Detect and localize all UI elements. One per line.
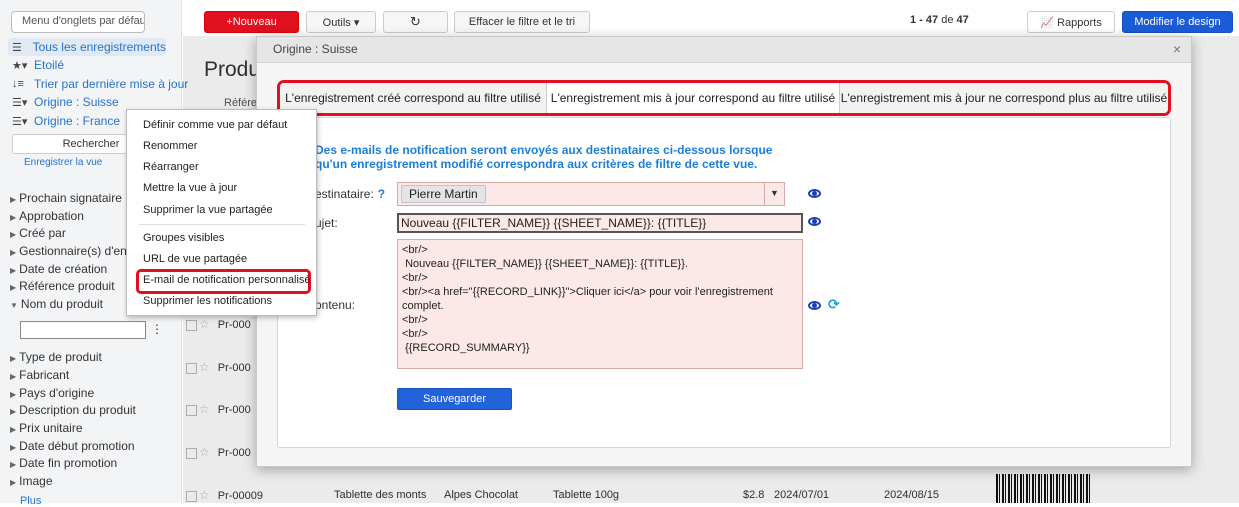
- recipient-label: estinataire:?: [315, 187, 386, 201]
- caret-right-icon: ▶: [10, 195, 17, 204]
- filter-country[interactable]: ▶ Pays d'origine: [10, 386, 94, 400]
- list-icon: ☰: [12, 41, 22, 54]
- tab-record-updated-matches[interactable]: L'enregistrement mis à jour correspond a…: [547, 83, 840, 113]
- caret-right-icon: ▶: [10, 372, 17, 381]
- more-filters-link[interactable]: Plus: [20, 495, 41, 507]
- caret-right-icon: ▶: [10, 443, 17, 452]
- view-starred[interactable]: ★▾ Etoilé: [12, 56, 64, 74]
- tools-button[interactable]: Outils ▾: [306, 11, 376, 33]
- notification-modal: Origine : Suisse × L'enregistrement créé…: [256, 36, 1192, 467]
- view-label: Origine : France: [34, 114, 121, 128]
- new-record-button[interactable]: +Nouveau: [204, 11, 299, 33]
- content-textarea[interactable]: <br/> Nouveau {{FILTER_NAME}} {{SHEET_NA…: [397, 239, 803, 369]
- caret-right-icon: ▶: [10, 478, 17, 487]
- filter-created-by[interactable]: ▶ Créé par: [10, 226, 66, 240]
- filter-unit-price[interactable]: ▶ Prix unitaire: [10, 421, 83, 435]
- more-options-icon[interactable]: ⋮: [151, 322, 163, 336]
- filter-created-date[interactable]: ▶ Date de création: [10, 262, 107, 276]
- filter-promo-start[interactable]: ▶ Date début promotion: [10, 439, 135, 453]
- filter-description[interactable]: ▶ Description du produit: [10, 403, 136, 417]
- view-label: Trier par dernière mise à jour: [34, 77, 189, 91]
- menu-item-visible-groups[interactable]: Groupes visibles: [143, 232, 224, 244]
- tab-record-updated-no-longer-matches[interactable]: L'enregistrement mis à jour ne correspon…: [840, 83, 1168, 113]
- filter-promo-end[interactable]: ▶ Date fin promotion: [10, 456, 117, 470]
- chevron-down-icon[interactable]: ▼: [764, 183, 784, 205]
- sync-icon[interactable]: ⟳: [828, 296, 840, 313]
- refresh-button[interactable]: ↻: [383, 11, 448, 33]
- refresh-icon: ↻: [410, 14, 421, 29]
- save-view-link[interactable]: Enregistrer la vue: [24, 157, 102, 168]
- caret-down-icon: ▼: [10, 301, 18, 310]
- menu-item-custom-notification-email[interactable]: E-mail de notification personnalisé: [143, 274, 311, 286]
- pager: 1 - 47 de 47: [910, 14, 969, 26]
- sort-icon: ↓≡: [12, 78, 24, 90]
- filter-maker[interactable]: ▶ Fabricant: [10, 368, 69, 382]
- tab-record-created[interactable]: L'enregistrement créé correspond au filt…: [280, 83, 547, 113]
- view-origin-switzerland[interactable]: ☰▾ Origine : Suisse: [12, 93, 119, 111]
- chart-icon: 📈: [1040, 17, 1054, 29]
- caret-right-icon: ▶: [10, 213, 17, 222]
- menu-item-rename[interactable]: Renommer: [143, 140, 197, 152]
- caret-right-icon: ▶: [10, 425, 17, 434]
- filter-image[interactable]: ▶ Image: [10, 474, 53, 488]
- star-filter-icon: ★▾: [12, 59, 28, 72]
- list-filter-icon: ☰▾: [12, 96, 28, 109]
- preview-eye-icon[interactable]: [808, 217, 821, 226]
- view-label: Etoilé: [34, 58, 65, 72]
- reports-button[interactable]: 📈 Rapports: [1027, 11, 1115, 33]
- save-button[interactable]: Sauvegarder: [397, 388, 512, 410]
- help-icon[interactable]: ?: [378, 187, 385, 201]
- recipient-select[interactable]: Pierre Martin ▼: [397, 182, 785, 206]
- recipient-chip[interactable]: Pierre Martin: [401, 185, 486, 203]
- menu-item-update-view[interactable]: Mettre la vue à jour: [143, 182, 237, 194]
- tab-menu-select[interactable]: Menu d'onglets par défaut: [11, 11, 145, 33]
- caret-right-icon: ▶: [10, 354, 17, 363]
- trigger-tabs: L'enregistrement créé correspond au filt…: [277, 80, 1171, 116]
- content-label: ontenu:: [315, 298, 356, 312]
- close-icon[interactable]: ×: [1173, 41, 1181, 57]
- filter-approval[interactable]: ▶ Approbation: [10, 209, 84, 223]
- caret-right-icon: ▶: [10, 283, 17, 292]
- edit-design-button[interactable]: Modifier le design: [1122, 11, 1233, 33]
- preview-eye-icon[interactable]: [808, 189, 821, 198]
- subject-label: ujet:: [315, 216, 338, 230]
- clear-filter-button[interactable]: Effacer le filtre et le tri: [454, 11, 590, 33]
- view-label: Origine : Suisse: [34, 95, 119, 109]
- filter-product-name[interactable]: ▼ Nom du produit: [10, 297, 103, 311]
- menu-item-shared-view-url[interactable]: URL de vue partagée: [143, 253, 247, 265]
- menu-divider: [139, 224, 305, 225]
- modal-header: Origine : Suisse ×: [257, 37, 1191, 63]
- filter-product-ref[interactable]: ▶ Référence produit: [10, 279, 115, 293]
- caret-right-icon: ▶: [10, 266, 17, 275]
- subject-input[interactable]: Nouveau {{FILTER_NAME}} {{SHEET_NAME}}: …: [397, 213, 803, 233]
- view-origin-france[interactable]: ☰▾ Origine : France: [12, 112, 120, 130]
- menu-item-rearrange[interactable]: Réarranger: [143, 161, 199, 173]
- filter-product-type[interactable]: ▶ Type de produit: [10, 350, 102, 364]
- caret-right-icon: ▶: [10, 230, 17, 239]
- notification-form: Des e-mails de notification seront envoy…: [277, 117, 1171, 448]
- caret-right-icon: ▶: [10, 460, 17, 469]
- caret-right-icon: ▶: [10, 390, 17, 399]
- view-context-menu: Définir comme vue par défaut Renommer Ré…: [126, 109, 317, 316]
- list-filter-icon: ☰▾: [12, 115, 28, 128]
- preview-eye-icon[interactable]: [808, 301, 821, 310]
- filter-next-signer[interactable]: ▶ Prochain signataire: [10, 191, 122, 205]
- menu-item-delete-notifications[interactable]: Supprimer les notifications: [143, 295, 272, 307]
- view-all-records[interactable]: ☰ Tous les enregistrements: [8, 38, 166, 56]
- view-label: Tous les enregistrements: [32, 40, 166, 54]
- caret-right-icon: ▶: [10, 248, 17, 257]
- caret-right-icon: ▶: [10, 407, 17, 416]
- info-text: Des e-mails de notification seront envoy…: [315, 143, 773, 171]
- menu-item-set-default[interactable]: Définir comme vue par défaut: [143, 119, 287, 131]
- modal-title: Origine : Suisse: [273, 42, 358, 56]
- menu-item-delete-shared-view[interactable]: Supprimer la vue partagée: [143, 204, 273, 216]
- product-name-filter-input[interactable]: [20, 321, 146, 339]
- view-sort-updated[interactable]: ↓≡ Trier par dernière mise à jour: [12, 75, 188, 93]
